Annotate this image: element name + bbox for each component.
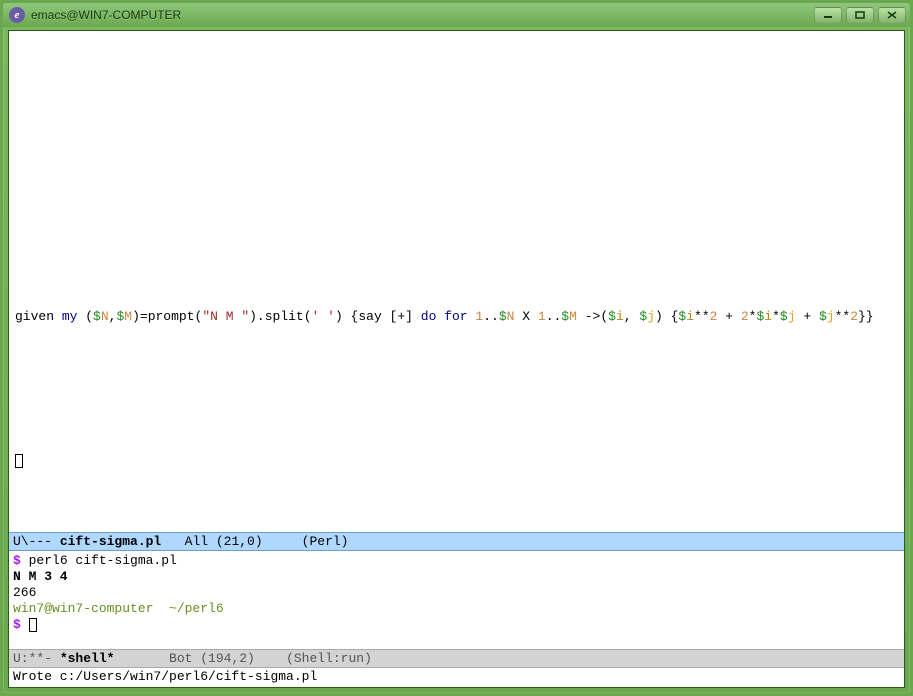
shell-output: 266 bbox=[13, 585, 36, 600]
shell-cwd: win7@win7-computer ~/perl6 bbox=[13, 601, 224, 616]
shell-prompt-icon: $ bbox=[13, 553, 21, 568]
minibuffer-text: Wrote c:/Users/win7/perl6/cift-sigma.pl bbox=[13, 669, 317, 684]
modeline-editor[interactable]: U\--- cift-sigma.pl All (21,0) (Perl) bbox=[9, 532, 904, 551]
window-title: emacs@WIN7-COMPUTER bbox=[31, 8, 814, 22]
titlebar[interactable]: emacs@WIN7-COMPUTER bbox=[3, 3, 910, 27]
shell-command: perl6 cift-sigma.pl bbox=[21, 553, 177, 568]
window-control-group bbox=[814, 7, 906, 23]
shell-prompt-icon: $ bbox=[13, 617, 21, 632]
minibuffer[interactable]: Wrote c:/Users/win7/perl6/cift-sigma.pl bbox=[9, 668, 904, 687]
shell-pane[interactable]: $ perl6 cift-sigma.pl N M 3 4 266 win7@w… bbox=[9, 551, 904, 649]
maximize-button[interactable] bbox=[846, 7, 874, 23]
editor-pane[interactable]: given my ($N,$M)=prompt("N M ").split(' … bbox=[9, 31, 904, 532]
editor-cursor bbox=[15, 453, 898, 469]
shell-cursor bbox=[29, 618, 37, 632]
minimize-button[interactable] bbox=[814, 7, 842, 23]
emacs-icon bbox=[9, 7, 25, 23]
emacs-window: emacs@WIN7-COMPUTER given my ($N,$M)=pro… bbox=[0, 0, 913, 696]
shell-io-line: N M 3 4 bbox=[13, 569, 68, 584]
code-line: given my ($N,$M)=prompt("N M ").split(' … bbox=[15, 309, 898, 325]
close-button[interactable] bbox=[878, 7, 906, 23]
client-area: given my ($N,$M)=prompt("N M ").split(' … bbox=[8, 30, 905, 688]
modeline-shell[interactable]: U:**- *shell* Bot (194,2) (Shell:run) bbox=[9, 649, 904, 668]
